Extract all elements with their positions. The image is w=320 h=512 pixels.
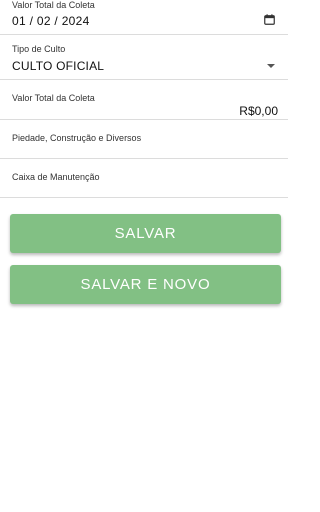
valor-total-field[interactable]: Valor Total da Coleta R$0,00 <box>0 80 288 120</box>
valor-total-label: Valor Total da Coleta <box>12 93 95 103</box>
dropdown-arrow-icon[interactable] <box>267 64 275 68</box>
date-field-label: Valor Total da Coleta <box>12 0 95 10</box>
piedade-field[interactable]: Piedade, Construção e Diversos <box>0 120 288 159</box>
valor-total-input[interactable]: R$0,00 <box>239 104 278 118</box>
caixa-manutencao-label: Caixa de Manutenção <box>12 172 100 182</box>
date-field[interactable]: Valor Total da Coleta 01 / 02 / 2024 <box>0 0 288 35</box>
piedade-label: Piedade, Construção e Diversos <box>12 133 142 143</box>
date-field-value[interactable]: 01 / 02 / 2024 <box>12 14 90 28</box>
save-button[interactable]: SALVAR <box>10 214 281 253</box>
tipo-culto-label: Tipo de Culto <box>12 44 66 54</box>
coleta-form-screen: Valor Total da Coleta 01 / 02 / 2024 Tip… <box>0 0 288 512</box>
calendar-icon[interactable] <box>264 14 275 25</box>
caixa-manutencao-field[interactable]: Caixa de Manutenção <box>0 159 288 198</box>
tipo-culto-value[interactable]: CULTO OFICIAL <box>12 59 104 73</box>
save-and-new-button[interactable]: SALVAR E NOVO <box>10 265 281 304</box>
tipo-culto-select[interactable]: Tipo de Culto CULTO OFICIAL <box>0 35 288 80</box>
